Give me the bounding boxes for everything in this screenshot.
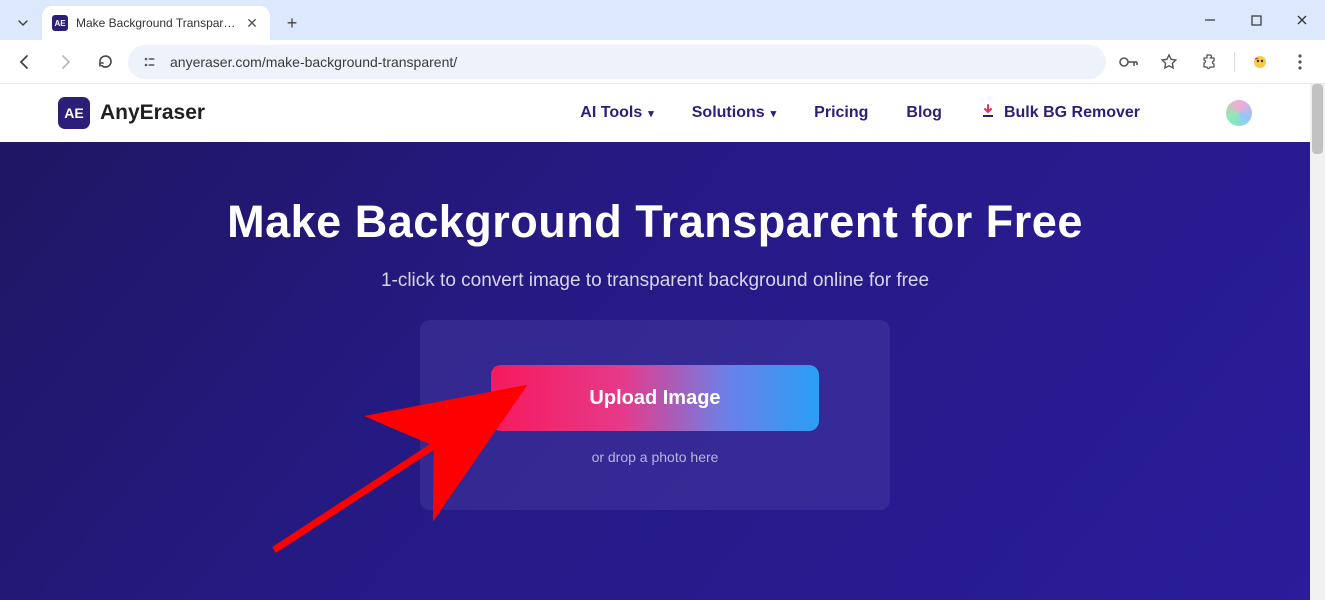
scrollbar-thumb[interactable] [1312,84,1323,154]
maximize-button[interactable] [1233,0,1279,40]
extension-pinned-icon[interactable] [1243,45,1277,79]
tab-close-button[interactable]: ✕ [244,15,260,31]
hero-title: Make Background Transparent for Free [227,196,1083,248]
browser-tab-strip: AE Make Background Transparent ✕ + [0,0,1325,40]
back-button[interactable] [8,45,42,79]
extensions-icon[interactable] [1192,45,1226,79]
chrome-menu-button[interactable] [1283,45,1317,79]
close-window-button[interactable] [1279,0,1325,40]
address-bar[interactable]: anyeraser.com/make-background-transparen… [128,45,1106,79]
nav-label: Blog [906,104,942,122]
site-settings-icon[interactable] [142,55,160,69]
nav-pricing[interactable]: Pricing [814,104,868,122]
chevron-down-icon: ▾ [648,107,654,120]
browser-toolbar: anyeraser.com/make-background-transparen… [0,40,1325,84]
logo-badge: AE [58,97,90,129]
page-content: AE AnyEraser AI Tools ▾ Solutions ▾ Pric… [0,84,1310,600]
url-text: anyeraser.com/make-background-transparen… [170,54,1092,70]
user-avatar[interactable] [1226,100,1252,126]
main-nav: AI Tools ▾ Solutions ▾ Pricing Blog [580,100,1252,126]
vertical-scrollbar[interactable] [1310,84,1325,600]
hero-section: Make Background Transparent for Free 1-c… [0,142,1310,600]
tab-favicon: AE [52,15,68,31]
nav-label: Pricing [814,104,868,122]
nav-label: AI Tools [580,104,642,122]
site-header: AE AnyEraser AI Tools ▾ Solutions ▾ Pric… [0,84,1310,142]
nav-solutions[interactable]: Solutions ▾ [692,104,776,122]
forward-button[interactable] [48,45,82,79]
hero-subtitle: 1-click to convert image to transparent … [381,270,929,292]
chevron-down-icon: ▾ [771,107,777,120]
nav-blog[interactable]: Blog [906,104,942,122]
reload-button[interactable] [88,45,122,79]
upload-image-button[interactable]: Upload Image [491,365,819,431]
window-controls [1187,0,1325,40]
toolbar-divider [1234,52,1235,72]
nav-bulk-remover[interactable]: Bulk BG Remover [980,103,1140,124]
logo-text: AnyEraser [100,101,205,125]
password-key-icon[interactable] [1112,45,1146,79]
drop-hint-text: or drop a photo here [592,449,719,465]
minimize-button[interactable] [1187,0,1233,40]
nav-label: Solutions [692,104,765,122]
tab-title: Make Background Transparent [76,16,236,30]
bookmark-star-icon[interactable] [1152,45,1186,79]
download-icon [980,103,996,124]
browser-tab[interactable]: AE Make Background Transparent ✕ [42,6,270,40]
upload-card[interactable]: Upload Image or drop a photo here [420,320,890,510]
nav-label: Bulk BG Remover [1004,104,1140,122]
site-logo[interactable]: AE AnyEraser [58,97,205,129]
new-tab-button[interactable]: + [278,9,306,37]
nav-ai-tools[interactable]: AI Tools ▾ [580,104,653,122]
tabs-dropdown-button[interactable] [8,10,38,36]
